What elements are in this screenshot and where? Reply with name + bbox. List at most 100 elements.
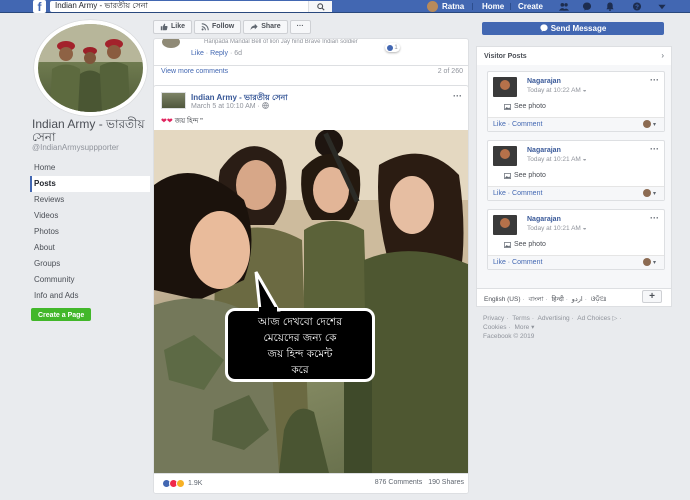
notifications-icon[interactable] [605,2,615,11]
svg-text:?: ? [635,4,639,11]
reaction-summary[interactable]: 1.9K [162,479,202,488]
see-photo-link[interactable]: See photo [504,172,546,179]
post-photo[interactable]: আজ দেখবো দেশের মেয়েদের জন্য কে জয় হিন্… [154,130,468,473]
search-box[interactable] [50,1,332,12]
visitor-post-time-text[interactable]: Today at 10:22 AM [527,87,581,94]
page-profile-picture[interactable] [34,20,147,116]
follow-label: Follow [212,23,235,30]
rss-follow-icon [201,23,209,31]
visitor-post-time-text[interactable]: Today at 10:21 AM [527,156,581,163]
account-menu-dropdown-icon[interactable] [657,2,667,11]
comment-reply-link[interactable]: Reply [210,50,228,57]
photo-icon [504,103,511,110]
comment-like-link[interactable]: Like [191,50,204,57]
visitor-avatar[interactable] [493,215,517,235]
comment-actions: Like · Reply · 6d [191,50,242,57]
nav-create-link[interactable]: Create [518,0,543,13]
more-dropdown-icon: ▾ [529,324,535,331]
previous-post-comments: Haripada Mandal Bell of lion Jay hind Br… [153,38,469,92]
speech-bubble-tail [254,271,281,312]
visitor-post-menu[interactable]: ··· [650,75,659,85]
footer-link-ad-choices[interactable]: Ad Choices [577,315,610,322]
nav-item-photos[interactable]: Photos [30,224,150,240]
nav-item-groups[interactable]: Groups [30,256,150,272]
post-timestamp[interactable]: March 5 at 10:10 AM [191,103,256,110]
post-as-selector[interactable]: ▾ [642,120,656,128]
speech-line: মেয়েদের জন্য কে [263,332,337,344]
globe-icon: ◒ [582,87,587,94]
more-options-button[interactable]: ··· [289,20,311,34]
footer-link-advertising[interactable]: Advertising [538,315,570,322]
language-urdu[interactable]: اردو [572,296,583,303]
chevron-down-icon: ▾ [652,190,656,197]
visitor-posts-list: Nagarajan Today at 10:22 AM ◒ ··· See ph… [476,65,672,289]
like-comment-links[interactable]: Like · Comment [493,259,542,266]
post-as-selector[interactable]: ▾ [642,189,656,197]
search-icon [317,3,325,11]
nav-item-videos[interactable]: Videos [30,208,150,224]
nav-item-about[interactable]: About [30,240,150,256]
nav-item-home[interactable]: Home [30,160,150,176]
search-input[interactable] [50,1,300,12]
commenter-avatar[interactable] [162,39,180,48]
visitor-avatar[interactable] [493,77,517,97]
post-options-menu[interactable]: ··· [453,91,462,101]
view-more-comments-link[interactable]: View more comments [161,68,228,75]
actor-avatar [642,120,651,128]
visitor-post-menu[interactable]: ··· [650,144,659,154]
nav-home-link[interactable]: Home [482,0,504,13]
language-odia[interactable]: ଓଡ଼ିଆ [591,296,607,303]
visitor-post-time: Today at 10:21 AM ◒ [527,156,587,163]
nav-profile-link[interactable]: Ratna [427,0,464,13]
send-message-button[interactable]: Send Message [482,22,664,35]
more-languages-button[interactable]: + [642,290,662,303]
visitor-post-menu[interactable]: ··· [650,213,659,223]
like-comment-links[interactable]: Like · Comment [493,121,542,128]
footer-link-more[interactable]: More [514,324,529,331]
create-page-button[interactable]: Create a Page [31,308,92,321]
footer-link-privacy[interactable]: Privacy [483,315,504,322]
like-page-button[interactable]: Like [153,20,193,34]
page-username[interactable]: @IndianArmysuppporter [32,143,119,152]
friend-requests-icon[interactable] [559,2,569,11]
page-title[interactable]: Indian Army - ভারতীয় সেনা [32,118,150,144]
visitor-name[interactable]: Nagarajan [527,216,561,223]
see-photo-link[interactable]: See photo [504,103,546,110]
share-page-button[interactable]: Share [243,20,288,34]
visitor-post: Nagarajan Today at 10:22 AM ◒ ··· See ph… [487,71,665,132]
speech-line: করে [291,364,309,376]
visitor-post-footer: Like · Comment ▾ [488,117,664,131]
globe-icon: ◒ [582,225,587,232]
like-comment-links[interactable]: Like · Comment [493,190,542,197]
visitor-name[interactable]: Nagarajan [527,78,561,85]
language-hindi[interactable]: हिन्दी [551,296,563,303]
nav-item-reviews[interactable]: Reviews [30,192,150,208]
comments-count-link[interactable]: 876 Comments [375,479,422,486]
help-icon[interactable]: ? [632,2,642,11]
visitor-avatar[interactable] [493,146,517,166]
see-photo-label: See photo [514,241,546,248]
shares-count-link[interactable]: 190 Shares [428,479,464,486]
footer-link-cookies[interactable]: Cookies [483,324,506,331]
post-author-avatar[interactable] [161,92,186,109]
nav-item-community[interactable]: Community [30,272,150,288]
share-arrow-icon [250,23,258,31]
visitor-name[interactable]: Nagarajan [527,147,561,154]
language-bengali[interactable]: বাংলা [528,296,543,303]
visitor-posts-header[interactable]: Visitor Posts › [476,46,672,66]
post-as-selector[interactable]: ▾ [642,258,656,266]
nav-item-posts[interactable]: Posts [30,176,150,192]
follow-button[interactable]: Follow [194,20,242,34]
post-photo-illustration [154,130,468,473]
nav-item-info-and-ads[interactable]: Info and Ads [30,288,150,304]
see-photo-link[interactable]: See photo [504,241,546,248]
visitor-post-time-text[interactable]: Today at 10:21 AM [527,225,581,232]
facebook-logo-icon[interactable]: f [33,0,46,13]
post-text: ❤❤ জয় হিন্দ " [161,115,203,127]
search-button[interactable] [308,1,332,12]
messenger-icon[interactable] [582,2,592,11]
top-navigation-bar: f Ratna Home Create ? [0,0,690,13]
comment-reaction-badge[interactable]: 1 [385,43,400,52]
comment-pagination-count: 2 of 260 [437,68,463,75]
footer-link-terms[interactable]: Terms [512,315,530,322]
